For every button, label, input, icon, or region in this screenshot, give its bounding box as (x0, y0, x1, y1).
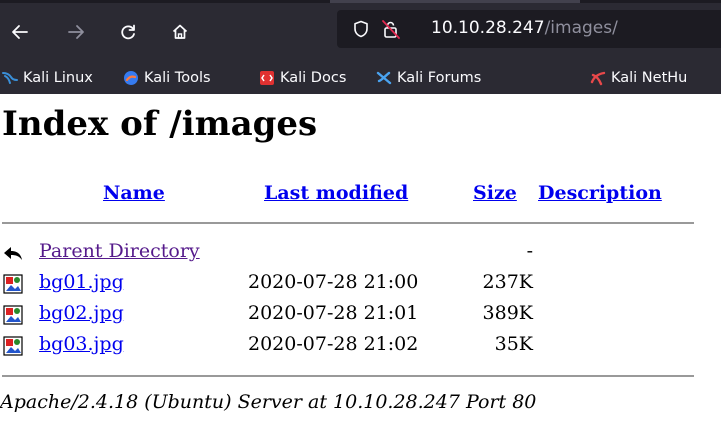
back-button[interactable] (6, 18, 34, 46)
image-file-icon (3, 305, 23, 325)
kali-forums-icon (376, 71, 392, 85)
bookmark-kali-forums[interactable]: Kali Forums (376, 67, 481, 89)
file-size: 389K (482, 302, 533, 324)
reload-button[interactable] (114, 18, 142, 46)
table-row: bg01.jpg 2020-07-28 21:00 237K (0, 269, 700, 299)
bookmarks-toolbar: Kali Linux Kali Tools Kali Docs Kali For… (0, 62, 721, 94)
kali-nethunter-icon (590, 71, 606, 86)
bookmark-label: Kali Tools (144, 70, 211, 86)
browser-toolbar: 10.10.28.247/images/ (0, 0, 721, 62)
parent-directory-link[interactable]: Parent Directory (39, 240, 200, 262)
column-header-size[interactable]: Size (473, 182, 517, 204)
file-date: 2020-07-28 21:00 (248, 271, 419, 293)
reload-icon (121, 24, 135, 40)
table-row: bg02.jpg 2020-07-28 21:01 389K (0, 300, 700, 330)
bookmark-kali-tools[interactable]: Kali Tools (123, 67, 211, 89)
file-link-bg02[interactable]: bg02.jpg (39, 302, 124, 324)
bookmark-label: Kali Linux (23, 70, 93, 86)
url-path: /images/ (544, 18, 618, 38)
server-signature: Apache/2.4.18 (Ubuntu) Server at 10.10.2… (0, 391, 537, 413)
url-text[interactable]: 10.10.28.247/images/ (431, 18, 618, 38)
home-icon (172, 24, 188, 39)
bookmark-label: Kali Forums (397, 70, 482, 86)
table-row: bg03.jpg 2020-07-28 21:02 35K (0, 331, 700, 361)
file-date: 2020-07-28 21:01 (248, 302, 419, 324)
bookmark-label: Kali Docs (280, 70, 347, 86)
home-button[interactable] (166, 18, 194, 46)
active-tab-edge[interactable] (330, 0, 580, 3)
bookmark-label: Kali NetHu (611, 70, 688, 86)
column-header-name[interactable]: Name (103, 182, 165, 204)
parent-size: - (526, 240, 533, 262)
bookmark-kali-docs[interactable]: Kali Docs (259, 67, 346, 89)
back-arrow-icon (12, 25, 28, 39)
file-date: 2020-07-28 21:02 (248, 333, 419, 355)
insecure-connection-lock-icon[interactable] (381, 19, 401, 39)
back-folder-icon (4, 247, 22, 260)
column-header-description[interactable]: Description (538, 182, 662, 204)
kali-dragon-icon (2, 72, 18, 84)
page-content: Index of /images Name Last modified Size… (0, 94, 721, 440)
page-title: Index of /images (2, 104, 318, 144)
image-file-icon (3, 336, 23, 356)
file-link-bg01[interactable]: bg01.jpg (39, 271, 124, 293)
parent-directory-row: Parent Directory - (0, 238, 700, 268)
image-file-icon (3, 274, 23, 294)
url-host: 10.10.28.247 (431, 18, 545, 38)
table-top-divider (2, 222, 694, 224)
kali-tools-icon (124, 71, 138, 85)
url-bar[interactable]: 10.10.28.247/images/ (337, 10, 721, 48)
file-size: 35K (494, 333, 533, 355)
file-size: 237K (482, 271, 533, 293)
bookmark-kali-nethunter[interactable]: Kali NetHu (590, 67, 687, 89)
forward-button[interactable] (62, 18, 90, 46)
table-bottom-divider (2, 375, 694, 377)
kali-docs-icon (260, 71, 274, 85)
tracking-protection-shield-icon[interactable] (351, 19, 371, 39)
bookmark-kali-linux[interactable]: Kali Linux (2, 67, 93, 89)
forward-arrow-icon (68, 25, 84, 39)
file-link-bg03[interactable]: bg03.jpg (39, 333, 124, 355)
column-header-last-modified[interactable]: Last modified (264, 182, 408, 204)
